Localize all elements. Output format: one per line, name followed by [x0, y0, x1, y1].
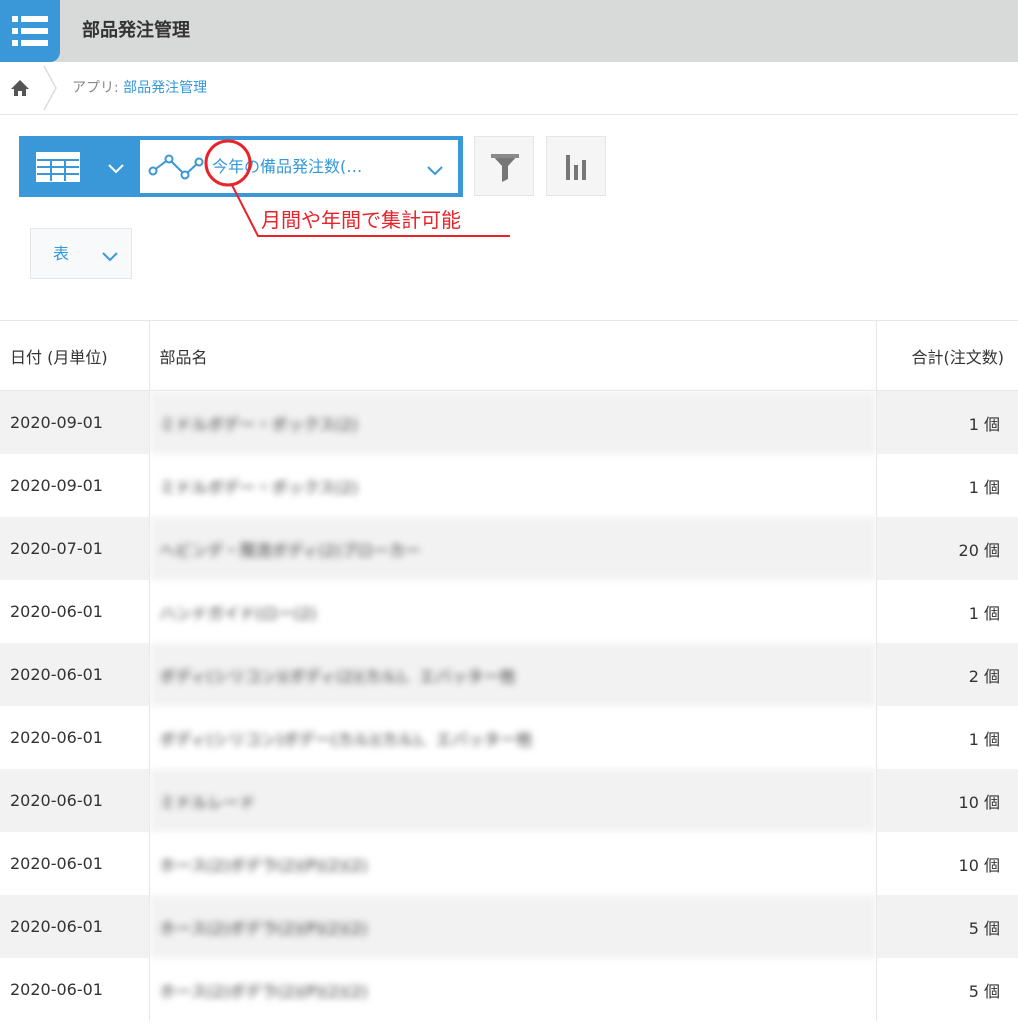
bar-chart-icon — [566, 155, 586, 180]
cell-total: 5 個 — [875, 958, 1018, 1021]
cell-total: 20 個 — [875, 517, 1018, 580]
view-dropdown-chevron-icon[interactable] — [107, 160, 125, 179]
cell-total: 1 個 — [875, 706, 1018, 769]
table-row[interactable]: 2020-06-01 ボディ(シリコン)(ボディ(2)(カル)、エバッター他 2… — [0, 643, 1018, 706]
cell-part-name: ホース(2)ボデラ(2)(P)(2)(2) — [148, 958, 876, 1021]
cell-total: 1 個 — [875, 580, 1018, 643]
cell-part-name: ボディ(シリコン)ボデー(カル)(カル)、エバッター他 — [148, 706, 876, 769]
table-row[interactable]: 2020-06-01 ハンドガイド(ロー(2) 1 個 — [0, 580, 1018, 643]
cell-total: 10 個 — [875, 832, 1018, 895]
table-view-icon[interactable] — [36, 152, 80, 186]
graph-name: 今年の備品発注数(… — [212, 157, 363, 176]
chart-type-chevron-icon — [101, 248, 119, 267]
cell-date: 2020-09-01 — [10, 476, 103, 495]
app-title: 部品発注管理 — [82, 20, 190, 41]
cell-date: 2020-06-01 — [10, 854, 103, 873]
chart-type-select[interactable]: 表 — [30, 228, 132, 279]
chart-type-selected: 表 — [53, 244, 70, 263]
breadcrumb-prefix: アプリ: — [72, 80, 124, 96]
line-graph-icon — [148, 153, 204, 185]
cell-date: 2020-09-01 — [0, 390, 149, 454]
cell-date: 2020-06-01 — [0, 769, 149, 832]
graph-settings-button[interactable] — [546, 136, 606, 196]
breadcrumb-path: アプリ: 部品発注管理 — [72, 62, 207, 114]
cell-date: 2020-06-01 — [10, 602, 103, 621]
table-row[interactable]: 2020-06-01 ホース(2)ボデラ(2)(P)(2)(2) 5 個 — [0, 958, 1018, 1021]
cell-date: 2020-06-01 — [0, 895, 149, 958]
filter-button[interactable] — [474, 136, 534, 196]
cell-date: 2020-06-01 — [0, 643, 149, 706]
cell-part-name: ボディ(シリコン)(ボディ(2)(カル)、エバッター他 — [148, 643, 876, 706]
aggregate-table: 日付 (月単位) 部品名 合計(注文数) 2020-09-01 ミドルボデー・ボ… — [0, 320, 1018, 1021]
cell-part-name: ミドルボデー・ボックス(2) — [148, 390, 876, 454]
app-header: 部品発注管理 — [0, 0, 1018, 62]
cell-part-name: ミドルボデー・ボックス(2) — [148, 454, 876, 517]
breadcrumb-separator-icon — [43, 65, 57, 111]
cell-part-name: ホース(2)ボデラ(2)(P)(2)(2) — [148, 832, 876, 895]
graph-select[interactable]: 今年の備品発注数(… — [140, 140, 458, 193]
graph-dropdown-chevron-icon[interactable] — [426, 162, 444, 181]
cell-date: 2020-06-01 — [10, 728, 103, 747]
cell-part-name: ハンドガイド(ロー(2) — [148, 580, 876, 643]
filter-icon — [491, 154, 519, 182]
cell-part-name: ホース(2)ボデラ(2)(P)(2)(2) — [148, 895, 876, 958]
column-header-total: 合計(注文数) — [875, 320, 1018, 391]
table-row[interactable]: 2020-06-01 ボディ(シリコン)ボデー(カル)(カル)、エバッター他 1… — [0, 706, 1018, 769]
cell-part-name: ミドルレード — [148, 769, 876, 832]
table-row[interactable]: 2020-07-01 ヘビンデ・限流ボディ(2)ブローカー 20 個 — [0, 517, 1018, 580]
breadcrumb-app-link[interactable]: 部品発注管理 — [123, 80, 207, 96]
cell-total: 2 個 — [875, 643, 1018, 706]
table-row[interactable]: 2020-09-01 ミドルボデー・ボックス(2) 1 個 — [0, 454, 1018, 517]
cell-date: 2020-06-01 — [10, 980, 103, 999]
annotation-text: 月間や年間で集計可能 — [261, 208, 461, 232]
breadcrumb: アプリ: 部品発注管理 — [0, 62, 1018, 115]
table-row[interactable]: 2020-06-01 ミドルレード 10 個 — [0, 769, 1018, 832]
table-row[interactable]: 2020-06-01 ホース(2)ボデラ(2)(P)(2)(2) 10 個 — [0, 832, 1018, 895]
column-header-part-name: 部品名 — [148, 320, 876, 391]
cell-total: 5 個 — [875, 895, 1018, 958]
cell-total: 1 個 — [875, 390, 1018, 454]
app-list-icon[interactable] — [0, 0, 60, 62]
table-row[interactable]: 2020-06-01 ホース(2)ボデラ(2)(P)(2)(2) 5 個 — [0, 895, 1018, 958]
home-icon[interactable] — [10, 78, 30, 102]
cell-part-name: ヘビンデ・限流ボディ(2)ブローカー — [148, 517, 876, 580]
cell-date: 2020-07-01 — [0, 517, 149, 580]
view-selector-bar: 今年の備品発注数(… — [19, 136, 463, 197]
table-header-row: 日付 (月単位) 部品名 合計(注文数) — [0, 320, 1018, 391]
cell-total: 10 個 — [875, 769, 1018, 832]
table-row[interactable]: 2020-09-01 ミドルボデー・ボックス(2) 1 個 — [0, 390, 1018, 454]
cell-total: 1 個 — [875, 454, 1018, 517]
column-header-date: 日付 (月単位) — [0, 320, 149, 391]
